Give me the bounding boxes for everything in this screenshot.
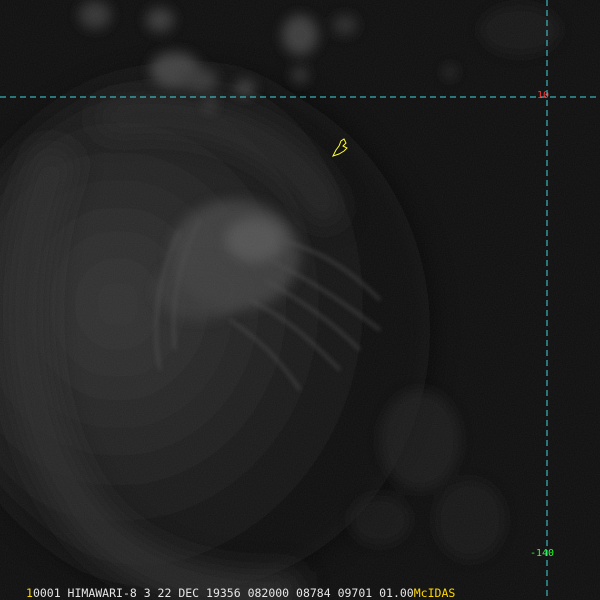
latitude-label: 10 — [537, 90, 550, 101]
satellite-imagery — [0, 0, 600, 600]
mcidas-logo: McIDAS — [413, 586, 456, 600]
satellite-viewport[interactable]: 10 -140 10001 HIMAWARI-8 3 22 DEC 19356 … — [0, 0, 600, 600]
frame-number: 1 — [26, 586, 33, 600]
longitude-label: -140 — [530, 548, 555, 559]
image-metadata: 0001 HIMAWARI-8 3 22 DEC 19356 082000 08… — [32, 586, 414, 600]
image-info-bar: 10001 HIMAWARI-8 3 22 DEC 19356 082000 0… — [0, 586, 600, 600]
